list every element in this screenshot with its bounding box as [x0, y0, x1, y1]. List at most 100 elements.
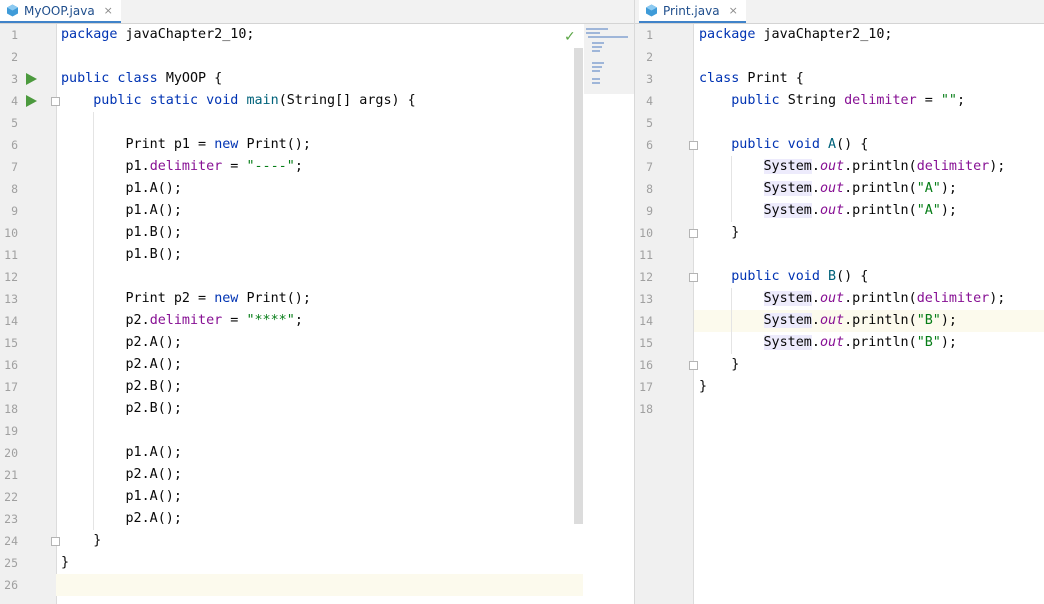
code-line[interactable]: 8 p1.A();	[0, 178, 634, 200]
code-line[interactable]: 14 p2.delimiter = "****";	[0, 310, 634, 332]
code-line[interactable]: 3 public class MyOOP {	[0, 68, 634, 90]
code-line[interactable]: 16 p2.A();	[0, 354, 634, 376]
code-token: new	[214, 137, 247, 152]
code-line[interactable]: 12 public void B() {	[635, 266, 1044, 288]
close-icon[interactable]: ×	[104, 4, 113, 17]
code-line[interactable]: 11 p1.B();	[0, 244, 634, 266]
left-editor-pane: MyOOP.java × 1 package javaChapter2_10; 2 3…	[0, 0, 634, 604]
code-token: .println(	[844, 291, 917, 306]
fold-icon[interactable]	[51, 537, 60, 546]
code-line[interactable]: 23 p2.A();	[0, 508, 634, 530]
fold-icon[interactable]	[689, 229, 698, 238]
line-number: 15	[4, 336, 18, 350]
code-line[interactable]: 1 package javaChapter2_10;	[0, 24, 634, 46]
code-minimap[interactable]	[584, 24, 634, 94]
code-token: p2.A();	[61, 357, 182, 372]
code-line[interactable]: 20 p1.A();	[0, 442, 634, 464]
code-token: "----"	[246, 159, 295, 174]
code-token: out	[819, 203, 845, 218]
code-text: p2.B();	[61, 398, 181, 420]
code-line[interactable]: 13 System.out.println(delimiter);	[635, 288, 1044, 310]
fold-icon[interactable]	[689, 141, 698, 150]
code-line[interactable]: 4 public static void main(String[] args)…	[0, 90, 634, 112]
tab-label: Print.java	[663, 3, 720, 18]
code-line[interactable]: 4 public String delimiter = "";	[635, 90, 1044, 112]
code-token: ;	[957, 93, 966, 108]
code-line[interactable]: 2	[0, 46, 634, 68]
code-line[interactable]: 3 class Print {	[635, 68, 1044, 90]
code-line[interactable]: 11	[635, 244, 1044, 266]
code-line[interactable]: 14 System.out.println("B");	[639, 310, 1044, 332]
code-line[interactable]: 18	[635, 398, 1044, 420]
code-text: class Print {	[699, 68, 804, 90]
close-icon[interactable]: ×	[729, 4, 738, 17]
code-token: p1.A();	[61, 181, 182, 196]
fold-icon[interactable]	[689, 273, 698, 282]
code-token: }	[61, 533, 102, 548]
code-line[interactable]: 8 System.out.println("A");	[635, 178, 1044, 200]
code-line[interactable]: 9 System.out.println("A");	[635, 200, 1044, 222]
code-line[interactable]: 26	[4, 574, 583, 596]
code-line[interactable]: 15 System.out.println("B");	[635, 332, 1044, 354]
code-token: new	[214, 291, 247, 306]
fold-icon[interactable]	[689, 361, 698, 370]
code-text: p1.A();	[61, 486, 182, 508]
code-line[interactable]: 5	[0, 112, 634, 134]
fold-icon[interactable]	[51, 97, 60, 106]
tab-myoop-java[interactable]: MyOOP.java ×	[0, 0, 121, 23]
code-line[interactable]: 5	[635, 112, 1044, 134]
code-token: () {	[836, 137, 869, 152]
tab-print-java[interactable]: Print.java ×	[639, 0, 746, 23]
code-token: "A"	[916, 203, 941, 218]
code-line[interactable]: 9 p1.A();	[0, 200, 634, 222]
code-token: .println(	[844, 335, 917, 350]
line-number: 1	[11, 28, 18, 42]
code-line[interactable]: 13 Print p2 = new Print();	[0, 288, 634, 310]
code-line[interactable]: 18 p2.B();	[0, 398, 634, 420]
code-line[interactable]: 12	[0, 266, 634, 288]
code-line[interactable]: 16 }	[635, 354, 1044, 376]
run-icon[interactable]	[26, 73, 37, 85]
code-line[interactable]: 19	[0, 420, 634, 442]
code-line[interactable]: 17 p2.B();	[0, 376, 634, 398]
code-line[interactable]: 24 }	[0, 530, 634, 552]
code-line[interactable]: 1 package javaChapter2_10;	[635, 24, 1044, 46]
code-line[interactable]: 10 p1.B();	[0, 222, 634, 244]
line-number: 19	[4, 424, 18, 438]
code-token: p2.A();	[61, 335, 182, 350]
code-line[interactable]: 2	[635, 46, 1044, 68]
code-token: p2.B();	[61, 379, 182, 394]
code-line[interactable]: 10 }	[635, 222, 1044, 244]
code-token: delimiter	[149, 159, 223, 174]
line-number: 1	[646, 28, 653, 42]
code-line[interactable]: 15 p2.A();	[0, 332, 634, 354]
code-text: System.out.println("A");	[699, 178, 957, 200]
java-class-file-icon	[7, 4, 18, 17]
code-line[interactable]: 7 System.out.println(delimiter);	[635, 156, 1044, 178]
code-line[interactable]: 21 p2.A();	[0, 464, 634, 486]
run-icon[interactable]	[26, 95, 37, 107]
code-text: p2.A();	[61, 464, 181, 486]
code-token: Print p1 =	[61, 137, 215, 152]
code-line[interactable]: 6 Print p1 = new Print();	[0, 134, 634, 156]
code-line[interactable]: 17}	[635, 376, 1044, 398]
code-text: p2.A();	[61, 354, 182, 376]
code-token: p1.A();	[61, 489, 182, 504]
code-token: ;	[294, 313, 303, 328]
code-text: }	[699, 376, 707, 398]
code-line[interactable]: 25}	[0, 552, 634, 574]
vertical-scrollbar[interactable]	[574, 48, 583, 524]
code-text: public void B() {	[699, 266, 868, 288]
code-token: System	[763, 335, 812, 350]
code-line[interactable]: 7 p1.delimiter = "----";	[0, 156, 634, 178]
code-token: public void	[699, 137, 828, 152]
line-number: 22	[4, 490, 18, 504]
code-token: out	[819, 335, 845, 350]
code-text: package javaChapter2_10;	[699, 24, 893, 46]
code-text: }	[61, 552, 69, 574]
line-number: 14	[639, 314, 653, 328]
code-line[interactable]: 22 p1.A();	[0, 486, 634, 508]
line-number: 7	[646, 160, 653, 174]
line-number: 15	[639, 336, 653, 350]
code-line[interactable]: 6 public void A() {	[635, 134, 1044, 156]
